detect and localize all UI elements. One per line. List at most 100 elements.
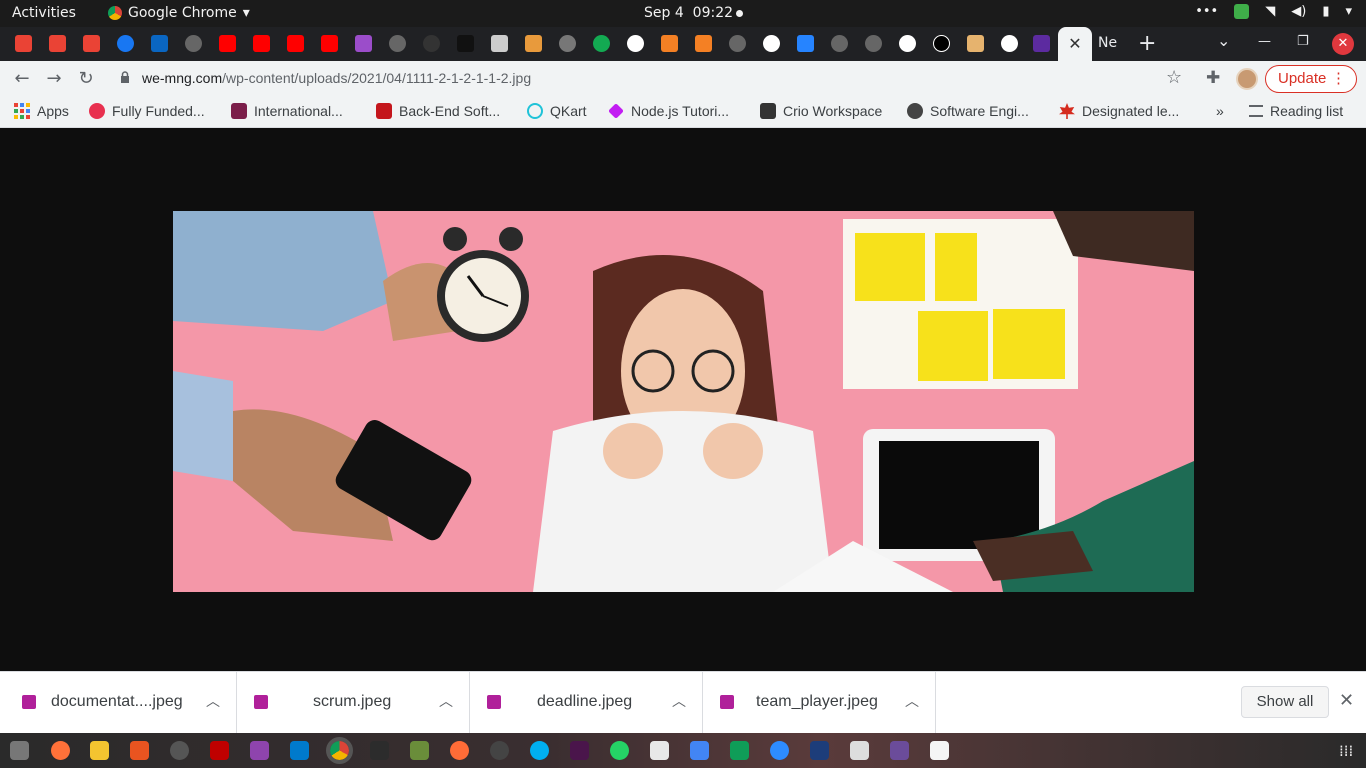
- url-text[interactable]: we-mng.com/wp-content/uploads/2021/04/11…: [142, 70, 531, 86]
- google-tab-icon[interactable]: [899, 35, 916, 52]
- stackoverflow-tab-icon[interactable]: [695, 35, 712, 52]
- extensions-puzzle-icon[interactable]: ✚: [1206, 68, 1220, 88]
- more-icon[interactable]: •••: [1195, 4, 1218, 19]
- tab-search-icon[interactable]: ⌄: [1217, 31, 1230, 50]
- bookmark-international[interactable]: International...: [231, 103, 343, 119]
- youtube-tab-icon[interactable]: [287, 35, 304, 52]
- minimize-icon[interactable]: —: [1258, 34, 1271, 49]
- profile-avatar[interactable]: [1236, 68, 1258, 90]
- vscode-icon[interactable]: [290, 741, 309, 760]
- activities-button[interactable]: Activities: [12, 5, 76, 21]
- google-tab-icon[interactable]: [1001, 35, 1018, 52]
- show-all-downloads-button[interactable]: Show all: [1241, 686, 1329, 718]
- google-tab-icon[interactable]: [627, 35, 644, 52]
- chevron-up-icon[interactable]: ︿: [905, 691, 919, 711]
- hackerrank-tab-icon[interactable]: [355, 35, 372, 52]
- close-icon[interactable]: ✕: [1339, 690, 1354, 711]
- rhythmbox-icon[interactable]: [90, 741, 109, 760]
- globe-tab-icon[interactable]: [865, 35, 882, 52]
- kebab-menu-icon[interactable]: ⋮: [1331, 66, 1346, 92]
- download-item[interactable]: scrum.jpeg ︿: [237, 672, 470, 734]
- linkedin-tab-icon[interactable]: [151, 35, 168, 52]
- globe-tab-icon[interactable]: [389, 35, 406, 52]
- reload-icon[interactable]: ↻: [74, 67, 98, 91]
- stackoverflow-tab-icon[interactable]: [661, 35, 678, 52]
- postman-icon[interactable]: [450, 741, 469, 760]
- bow-tab-icon[interactable]: [457, 35, 474, 52]
- atlassian-tab-icon[interactable]: [797, 35, 814, 52]
- bookmark-apps[interactable]: Apps: [14, 103, 69, 119]
- f-tab-icon[interactable]: [933, 35, 950, 52]
- obs-icon[interactable]: [490, 741, 509, 760]
- text-editor-icon[interactable]: [930, 741, 949, 760]
- sheets-icon[interactable]: [730, 741, 749, 760]
- presentation-icon[interactable]: [810, 741, 829, 760]
- hand-tab-icon[interactable]: [967, 35, 984, 52]
- volume-icon[interactable]: ◀): [1291, 4, 1306, 19]
- download-item[interactable]: documentat....jpeg ︿: [0, 672, 237, 734]
- app-menu[interactable]: Google Chrome ▾: [108, 5, 250, 21]
- youtube-tab-icon[interactable]: [321, 35, 338, 52]
- chevron-up-icon[interactable]: ︿: [672, 691, 686, 711]
- stressed-woman-photo[interactable]: [173, 211, 1194, 592]
- chrome-icon[interactable]: [326, 737, 353, 764]
- google-tab-icon[interactable]: [763, 35, 780, 52]
- app-tab-icon[interactable]: [491, 35, 508, 52]
- wifi-icon[interactable]: ◥: [1265, 4, 1275, 19]
- system-tray[interactable]: ••• ◥ ◀) ▮ ▾: [1195, 4, 1352, 19]
- back-icon[interactable]: ←: [10, 67, 34, 91]
- bookmark-star-icon[interactable]: ☆: [1166, 67, 1182, 88]
- download-item[interactable]: deadline.jpeg ︿: [470, 672, 703, 734]
- update-shield-icon[interactable]: [1234, 4, 1250, 19]
- clock[interactable]: Sep 4 09:22: [644, 5, 733, 21]
- video-player-icon[interactable]: [250, 741, 269, 760]
- chevron-down-icon[interactable]: ▾: [1345, 4, 1352, 19]
- bookmark-back-end[interactable]: Back-End Soft...: [376, 103, 500, 119]
- image-viewer-icon[interactable]: [410, 741, 429, 760]
- bookmarks-overflow-button[interactable]: »: [1216, 103, 1224, 119]
- bookmark-crio[interactable]: Crio Workspace: [760, 103, 882, 119]
- youtube-tab-icon[interactable]: [253, 35, 270, 52]
- gmail-tab-icon[interactable]: [49, 35, 66, 52]
- forward-icon[interactable]: →: [42, 67, 66, 91]
- mountain-tab-icon[interactable]: [525, 35, 542, 52]
- show-apps-grid-icon[interactable]: ⁞⁞⁞: [1339, 742, 1353, 760]
- battery-icon[interactable]: ▮: [1322, 4, 1329, 19]
- skype-icon[interactable]: [530, 741, 549, 760]
- download-item[interactable]: team_player.jpeg ︿: [703, 672, 936, 734]
- active-tab-close-button[interactable]: ✕: [1058, 27, 1092, 61]
- settings-icon[interactable]: [170, 741, 189, 760]
- zoom-icon[interactable]: [770, 741, 789, 760]
- bookmark-software-eng[interactable]: Software Engi...: [907, 103, 1029, 119]
- calendar-icon[interactable]: [650, 741, 669, 760]
- globe-tab-icon[interactable]: [559, 35, 576, 52]
- chevron-up-icon[interactable]: ︿: [439, 691, 453, 711]
- brand-tab-icon[interactable]: [1033, 35, 1050, 52]
- whatsapp-icon[interactable]: [610, 741, 629, 760]
- slack-icon[interactable]: [570, 741, 589, 760]
- software-center-icon[interactable]: [130, 741, 149, 760]
- globe-tab-icon[interactable]: [729, 35, 746, 52]
- screen-recorder-icon[interactable]: [890, 741, 909, 760]
- terminal-icon[interactable]: [370, 741, 389, 760]
- firefox-icon[interactable]: [51, 741, 70, 760]
- new-tab-button[interactable]: +: [1138, 31, 1156, 56]
- restore-icon[interactable]: ❐: [1297, 34, 1309, 49]
- github-tab-icon[interactable]: [423, 35, 440, 52]
- book-icon[interactable]: [850, 741, 869, 760]
- docs-icon[interactable]: [690, 741, 709, 760]
- bookmark-designated[interactable]: Designated le...: [1059, 103, 1179, 119]
- gmail-tab-icon[interactable]: [83, 35, 100, 52]
- bookmark-qkart[interactable]: QKart: [527, 103, 587, 119]
- globe-tab-icon[interactable]: [185, 35, 202, 52]
- globe-tab-icon[interactable]: [831, 35, 848, 52]
- tab-partial-title[interactable]: Ne: [1098, 35, 1117, 51]
- facebook-tab-icon[interactable]: [117, 35, 134, 52]
- show-desktop-icon[interactable]: [10, 741, 29, 760]
- bookmark-fully-funded[interactable]: Fully Funded...: [89, 103, 205, 119]
- address-bar[interactable]: we-mng.com/wp-content/uploads/2021/04/11…: [108, 64, 1198, 94]
- update-button[interactable]: Update ⋮: [1265, 65, 1357, 93]
- bookmark-nodejs[interactable]: Node.js Tutori...: [608, 103, 729, 119]
- gmail-tab-icon[interactable]: [15, 35, 32, 52]
- window-close-button[interactable]: ✕: [1332, 33, 1354, 55]
